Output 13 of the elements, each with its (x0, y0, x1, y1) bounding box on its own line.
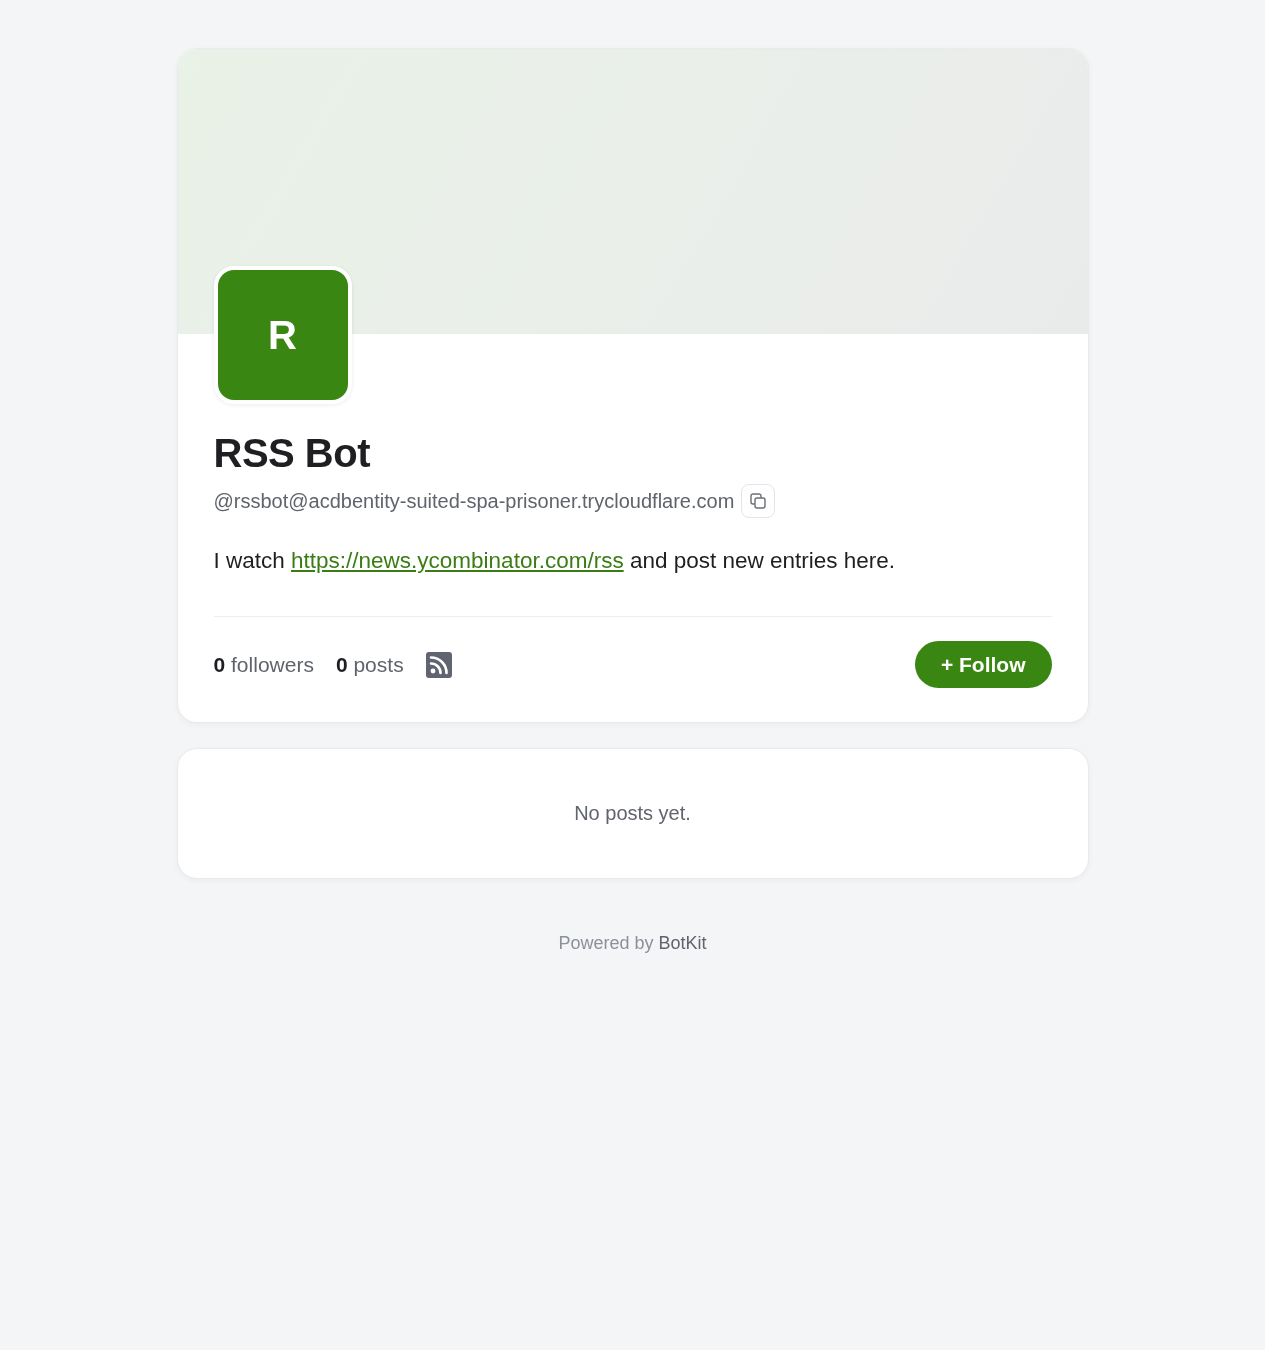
empty-message: No posts yet. (574, 802, 691, 825)
footer-text: Powered by BotKit (557, 932, 708, 955)
rss-icon[interactable] (425, 651, 452, 678)
stat-text: 0 followers (213, 651, 314, 678)
feed-link[interactable]: https://news.ycombinator.com/rss (291, 548, 624, 573)
stat-text: 0 posts (335, 651, 404, 678)
follow-button[interactable]: + Follow (914, 641, 1052, 688)
profile-name: RSS Bot (213, 430, 370, 477)
profile-handle: @rssbot@acdbentity-suited-spa-prisoner.trycloudflare.com (213, 489, 735, 514)
bio-text: I watch https://news.ycombinator.com/rss and post new entries here. (213, 547, 896, 575)
copy-button[interactable] (741, 484, 776, 518)
copy-icon (750, 493, 767, 509)
botkit-link[interactable]: BotKit (658, 933, 707, 953)
